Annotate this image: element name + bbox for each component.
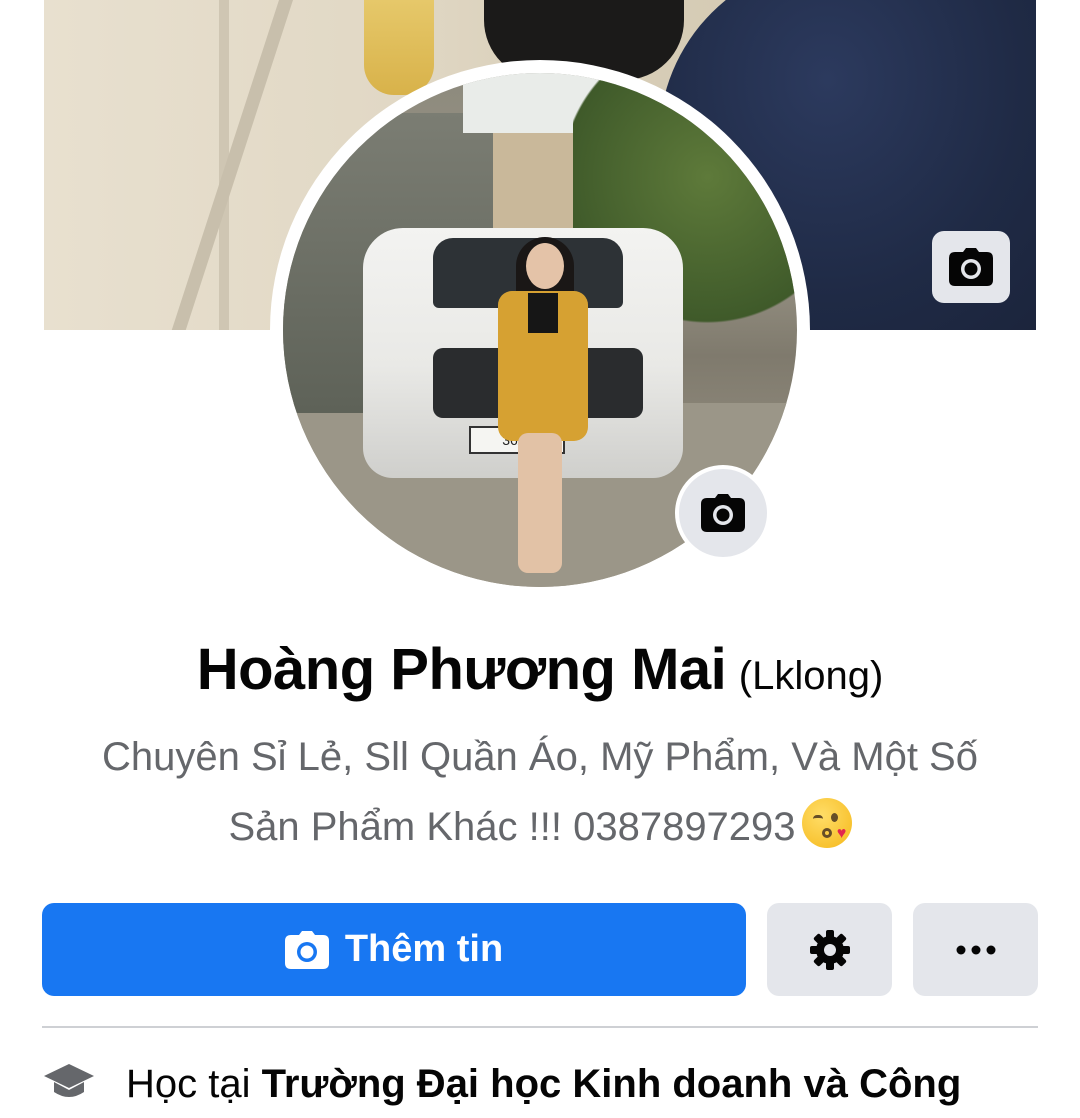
bio-line: Sản Phẩm Khác !!! 0387897293 [228,805,796,849]
section-divider [42,1026,1038,1028]
cover-bottle [364,0,434,95]
profile-bio[interactable]: Chuyên Sỉ Lẻ, Sll Quần Áo, Mỹ Phẩm, Và M… [40,722,1040,862]
edit-profile-picture-button[interactable] [675,465,771,561]
avatar-person-head [526,243,564,289]
bio-line: Chuyên Sỉ Lẻ, Sll Quần Áo, Mỹ Phẩm, Và M… [102,735,978,779]
kissing-heart-emoji-icon: ♥ [801,798,852,848]
edit-cover-photo-button[interactable] [932,231,1010,303]
avatar-person-legs [518,433,562,573]
profile-settings-button[interactable] [767,903,892,996]
camera-icon [949,248,993,286]
intro-education-row[interactable]: Học tại Trường Đại học Kinh doanh và Côn… [42,1058,1080,1118]
education-text: Học tại Trường Đại học Kinh doanh và Côn… [126,1062,961,1107]
camera-icon [701,494,745,532]
graduation-cap-icon [44,1064,94,1097]
more-options-button[interactable] [913,903,1038,996]
add-story-label: Thêm tin [344,928,504,970]
profile-alternate-name: (Lklong) [738,654,884,698]
profile-name: Hoàng Phương Mai [196,637,727,702]
gear-icon [809,929,850,970]
education-school[interactable]: Trường Đại học Kinh doanh và Công [262,1062,962,1106]
camera-icon [284,930,329,969]
bio-line-2: Sản Phẩm Khác !!! 0387897293 ♥ [40,792,1040,862]
education-prefix: Học tại [126,1062,251,1106]
add-story-button[interactable]: Thêm tin [42,903,746,996]
more-dots-icon [956,945,995,954]
profile-name-row: Hoàng Phương Mai (Lklong) [0,636,1080,703]
avatar-person-top [528,293,558,333]
avatar-person [498,237,588,583]
